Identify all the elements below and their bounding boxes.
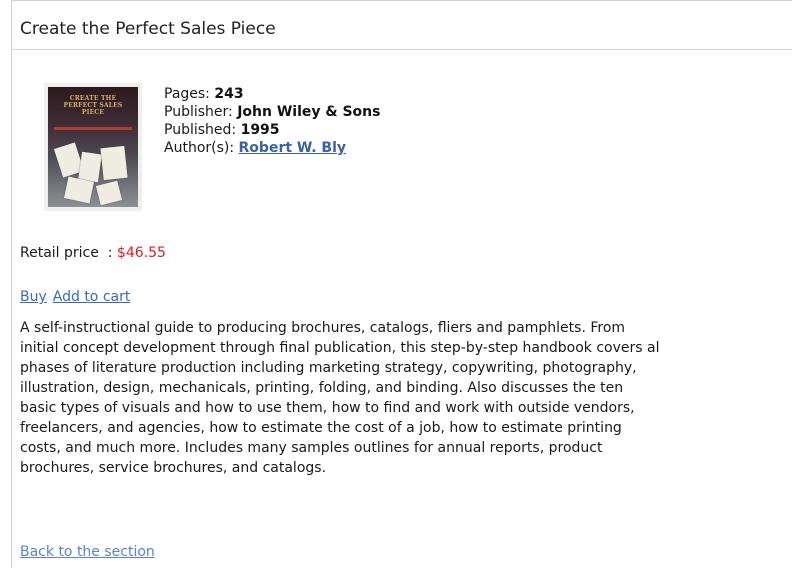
back-to-section-link[interactable]: Back to the section	[20, 544, 155, 560]
add-to-cart-link[interactable]: Add to cart	[53, 289, 131, 305]
pages-value: 243	[214, 86, 244, 102]
description-line: costs, and much more. Includes many samp…	[20, 440, 603, 456]
retail-price-value: $46.55	[116, 245, 166, 261]
book-cover-sample-card	[78, 151, 102, 183]
description-line: A self-instructional guide to producing …	[20, 320, 626, 336]
published-value: 1995	[240, 122, 280, 138]
pages-label: Pages:	[164, 86, 215, 102]
title-bar: Create the Perfect Sales Piece	[11, 0, 792, 50]
publisher-value: John Wiley & Sons	[237, 104, 381, 120]
book-cover-sample-card	[100, 145, 128, 181]
description-line: illustration, design, mechanicals, print…	[20, 380, 624, 396]
description-line: basic types of visuals and how to use th…	[20, 400, 635, 416]
book-cover-image: CREATE THE PERFECT SALES PIECE	[44, 83, 142, 211]
book-details: Pages: 243 Publisher: John Wiley & Sons …	[164, 85, 380, 157]
authors-row: Author(s): Robert W. Bly	[164, 139, 380, 157]
page-title: Create the Perfect Sales Piece	[20, 19, 276, 39]
book-cover-stripe	[54, 127, 132, 130]
description-line: brochures, service brochures, and catalo…	[20, 460, 327, 476]
published-label: Published:	[164, 122, 241, 138]
pages-row: Pages: 243	[164, 85, 380, 103]
book-cover-title-text: CREATE THE PERFECT SALES PIECE	[63, 95, 123, 116]
published-row: Published: 1995	[164, 121, 380, 139]
book-cover-sample-card	[95, 180, 123, 206]
book-cover-artwork: CREATE THE PERFECT SALES PIECE	[48, 87, 138, 207]
description-line: phases of literature production includin…	[20, 360, 637, 376]
book-cover-sample-card	[63, 176, 95, 204]
authors-label: Author(s):	[164, 140, 239, 156]
description-line: freelancers, and agencies, how to estima…	[20, 420, 622, 436]
retail-price-label: Retail price :	[20, 245, 117, 261]
purchase-actions: Buy Add to cart	[20, 289, 136, 305]
book-description: A self-instructional guide to producing …	[20, 318, 788, 478]
description-line: initial concept development through fina…	[20, 340, 660, 356]
publisher-row: Publisher: John Wiley & Sons	[164, 103, 380, 121]
retail-price: Retail price : $46.55	[20, 245, 166, 261]
buy-link[interactable]: Buy	[20, 289, 47, 305]
author-link[interactable]: Robert W. Bly	[239, 140, 346, 156]
left-border	[11, 0, 12, 568]
publisher-label: Publisher:	[164, 104, 238, 120]
